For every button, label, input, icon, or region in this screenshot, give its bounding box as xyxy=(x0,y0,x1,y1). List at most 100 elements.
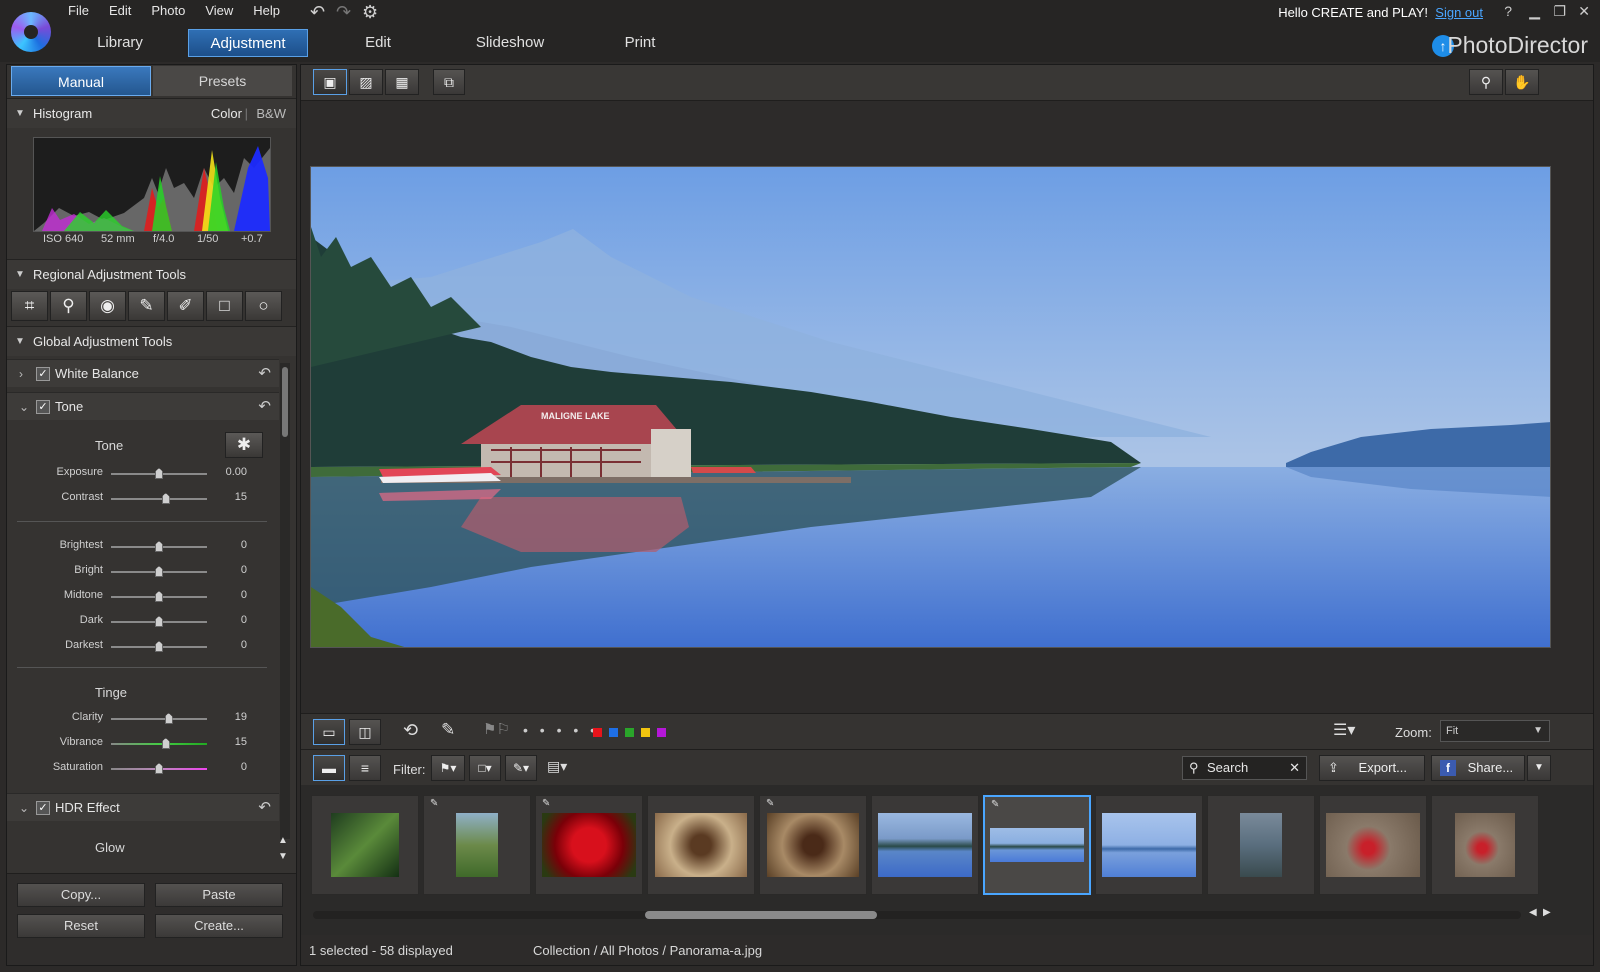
label-green-swatch[interactable] xyxy=(625,728,634,737)
search-input[interactable]: ⚲ Search ✕ xyxy=(1182,756,1307,780)
expand-chevron-icon[interactable]: › xyxy=(19,360,23,388)
export-button[interactable]: ⇪ Export... xyxy=(1319,755,1425,781)
label-purple-swatch[interactable] xyxy=(657,728,666,737)
white-balance-checkbox[interactable]: ✓ xyxy=(36,367,50,381)
tab-manual[interactable]: Manual xyxy=(11,66,151,96)
reset-undo-icon[interactable]: ↶ xyxy=(258,360,271,388)
reset-undo-icon[interactable]: ↶ xyxy=(258,393,271,421)
slider-thumb[interactable] xyxy=(155,641,163,652)
slider-thumb[interactable] xyxy=(155,541,163,552)
clear-search-icon[interactable]: ✕ xyxy=(1289,757,1300,779)
copy-button[interactable]: Copy... xyxy=(17,883,145,907)
scroll-right-icon[interactable]: ▶ xyxy=(1543,907,1551,918)
reset-undo-icon[interactable]: ↶ xyxy=(258,794,271,822)
hand-pan-icon[interactable]: ✋ xyxy=(1505,69,1539,95)
slider-thumb[interactable] xyxy=(161,493,170,504)
gradient-brush-icon[interactable]: ✐ xyxy=(167,291,204,321)
slider-thumb[interactable] xyxy=(161,738,170,749)
brush-icon[interactable]: ✎ xyxy=(128,291,165,321)
collapse-chevron-icon[interactable]: ⌄ xyxy=(19,794,29,822)
thumbnail[interactable] xyxy=(1431,795,1539,895)
tab-print[interactable]: Print xyxy=(592,29,688,57)
grid-view-icon[interactable]: ▦ xyxy=(385,69,419,95)
thumbnail[interactable]: ✎ xyxy=(423,795,531,895)
tab-presets[interactable]: Presets xyxy=(153,66,292,96)
edit-pen-icon[interactable]: ✎ xyxy=(441,720,455,740)
spot-removal-icon[interactable]: ⚲ xyxy=(50,291,87,321)
settings-icon[interactable]: ⚙ xyxy=(362,2,378,23)
thumbnail[interactable] xyxy=(1319,795,1427,895)
flag-filter-icon[interactable]: ⚑▾ xyxy=(431,755,465,781)
zoom-magnifier-icon[interactable]: ⚲ xyxy=(1469,69,1503,95)
menu-view[interactable]: View xyxy=(205,3,233,18)
slider-thumb[interactable] xyxy=(164,713,173,724)
crop-icon[interactable]: ⌗ xyxy=(11,291,48,321)
filmstrip-scroll-thumb[interactable] xyxy=(645,911,877,919)
histogram-bw-toggle[interactable]: B&W xyxy=(256,99,286,129)
tab-library[interactable]: Library xyxy=(72,29,168,57)
main-photo[interactable]: MALIGNE LAKE xyxy=(310,166,1551,648)
red-eye-icon[interactable]: ◉ xyxy=(89,291,126,321)
slider-thumb[interactable] xyxy=(155,566,163,577)
global-tools-header[interactable]: ▼ Global Adjustment Tools xyxy=(7,326,296,356)
paste-button[interactable]: Paste xyxy=(155,883,283,907)
menu-help[interactable]: Help xyxy=(253,3,280,18)
slider-thumb[interactable] xyxy=(155,591,163,602)
share-dropdown-icon[interactable]: ▼ xyxy=(1527,755,1551,781)
thumbnail[interactable] xyxy=(1095,795,1203,895)
tone-checkbox[interactable]: ✓ xyxy=(36,400,50,414)
white-balance-row[interactable]: › ✓ White Balance ↶ xyxy=(7,359,279,387)
help-button[interactable]: ? xyxy=(1504,3,1512,19)
redo-icon[interactable]: ↷ xyxy=(336,2,351,23)
rotate-icon[interactable]: ⟲ xyxy=(403,720,418,741)
thumbnail-selected[interactable]: ✎ xyxy=(983,795,1091,895)
close-icon[interactable]: ✕ xyxy=(1578,3,1590,20)
star-rating-dots[interactable]: • • • • • xyxy=(523,722,599,738)
sign-out-link[interactable]: Sign out xyxy=(1435,5,1483,20)
reset-button[interactable]: Reset xyxy=(17,914,145,938)
color-label-filter-icon[interactable]: ▤▾ xyxy=(547,758,567,775)
scroll-down-icon[interactable]: ▼ xyxy=(278,851,288,862)
slider-thumb[interactable] xyxy=(155,468,163,479)
minimize-icon[interactable]: ▁ xyxy=(1529,3,1540,20)
panel-scroll-thumb[interactable] xyxy=(282,367,288,437)
thumbnail[interactable] xyxy=(1207,795,1315,895)
menu-file[interactable]: File xyxy=(68,3,89,18)
edited-filter-icon[interactable]: ✎▾ xyxy=(505,755,537,781)
regional-tools-header[interactable]: ▼ Regional Adjustment Tools xyxy=(7,259,296,289)
radial-filter-icon[interactable]: ○ xyxy=(245,291,282,321)
label-red-swatch[interactable] xyxy=(593,728,602,737)
menu-photo[interactable]: Photo xyxy=(151,3,185,18)
histogram-header[interactable]: ▼ Histogram Color | B&W xyxy=(7,98,296,128)
slider-track[interactable] xyxy=(111,743,207,745)
flag-icon[interactable]: ⚑⚐ xyxy=(483,720,510,738)
rating-filter-icon[interactable]: □▾ xyxy=(469,755,501,781)
thumbnail[interactable] xyxy=(311,795,419,895)
compare-view-icon[interactable]: ▨ xyxy=(349,69,383,95)
tab-edit[interactable]: Edit xyxy=(330,29,426,57)
thumbnail[interactable]: ✎ xyxy=(759,795,867,895)
slider-track[interactable] xyxy=(111,498,207,500)
scroll-left-icon[interactable]: ◀ xyxy=(1529,907,1537,918)
label-blue-swatch[interactable] xyxy=(609,728,618,737)
slider-thumb[interactable] xyxy=(155,616,163,627)
thumbnail[interactable]: ✎ xyxy=(535,795,643,895)
restore-icon[interactable]: ❐ xyxy=(1553,3,1566,20)
dual-layout-icon[interactable]: ◫ xyxy=(349,719,381,745)
histogram-color-toggle[interactable]: Color xyxy=(211,99,242,129)
create-preset-button[interactable]: Create... xyxy=(155,914,283,938)
menu-edit[interactable]: Edit xyxy=(109,3,131,18)
filmstrip-view-icon[interactable]: ▬ xyxy=(313,755,345,781)
collapse-chevron-icon[interactable]: ⌄ xyxy=(19,393,29,421)
filmstrip-scrollbar[interactable] xyxy=(313,911,1521,919)
tone-row[interactable]: ⌄ ✓ Tone ↶ xyxy=(7,392,279,420)
undo-icon[interactable]: ↶ xyxy=(310,2,325,23)
thumbnail[interactable] xyxy=(871,795,979,895)
auto-tone-pin-icon[interactable]: ✱ xyxy=(225,432,263,458)
slider-track[interactable] xyxy=(111,718,207,720)
single-layout-icon[interactable]: ▭ xyxy=(313,719,345,745)
hdr-effect-row[interactable]: ⌄ ✓ HDR Effect ↶ xyxy=(7,793,279,821)
zoom-dropdown[interactable]: Fit ▼ xyxy=(1440,720,1550,742)
graduated-filter-icon[interactable]: □ xyxy=(206,291,243,321)
thumbnail[interactable] xyxy=(647,795,755,895)
